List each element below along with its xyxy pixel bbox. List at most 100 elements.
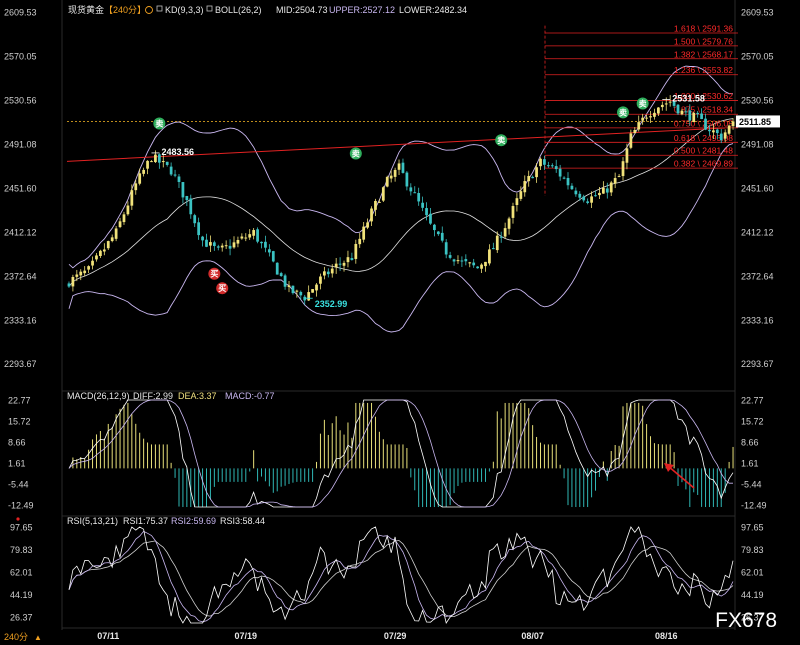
candle-body bbox=[260, 241, 263, 244]
candle-body bbox=[169, 166, 173, 175]
macd-tick-right: 1.61 bbox=[741, 459, 759, 469]
price-annotation: 2483.56 bbox=[161, 147, 194, 157]
y-tick-left: 2333.16 bbox=[4, 315, 37, 325]
candle-body bbox=[468, 262, 472, 264]
gold-chart[interactable]: 2293.67 2293.67 2333.16 2333.16 2372.64 2372.… bbox=[0, 0, 800, 645]
candle-body bbox=[621, 161, 625, 177]
macd-tick-left: 8.66 bbox=[8, 438, 26, 448]
chart-root: 2293.67 2293.67 2333.16 2333.16 2372.64 2372.… bbox=[0, 0, 800, 645]
candle-body bbox=[464, 259, 468, 262]
candle-body bbox=[440, 232, 444, 241]
candle-body bbox=[436, 231, 440, 235]
candle-body bbox=[334, 263, 338, 268]
candle-body bbox=[688, 110, 692, 121]
indicator-label: BOLL(26,2) bbox=[215, 5, 262, 15]
signal-label: 卖 bbox=[497, 135, 505, 145]
signal-label: 卖 bbox=[619, 107, 627, 117]
candle-body bbox=[75, 274, 79, 277]
candle-body bbox=[704, 118, 707, 130]
candle-body bbox=[216, 246, 220, 248]
rsi-tick-left: 79.83 bbox=[10, 545, 33, 555]
candle-body bbox=[342, 262, 346, 266]
candle-body bbox=[660, 104, 664, 108]
candle-body bbox=[279, 273, 283, 277]
candle-body bbox=[550, 165, 554, 167]
candle-body bbox=[507, 218, 511, 229]
candle-body bbox=[511, 206, 515, 218]
watermark: FX678 bbox=[715, 609, 777, 632]
candle-body bbox=[67, 283, 71, 287]
candle-body bbox=[381, 187, 385, 201]
indicator-label: UPPER:2527.12 bbox=[329, 5, 395, 15]
candle-body bbox=[574, 190, 578, 195]
macd-dea: DEA:3.37 bbox=[178, 391, 217, 401]
candle-body bbox=[499, 236, 503, 238]
candle-body bbox=[307, 292, 311, 301]
fib-label-0.500: 0.500 \ 2481.48 bbox=[674, 146, 733, 156]
current-price-label: 2511.85 bbox=[739, 117, 771, 127]
rsi-title: RSI(5,13,21) bbox=[67, 516, 118, 526]
y-tick-left: 2530.56 bbox=[4, 96, 37, 106]
candle-body bbox=[146, 160, 149, 169]
candle-body bbox=[425, 208, 428, 216]
indicator-label: MID:2504.73 bbox=[276, 5, 328, 15]
candle-body bbox=[177, 176, 181, 182]
price-annotation: 2531.58 bbox=[672, 93, 705, 103]
y-tick-right: 2570.05 bbox=[741, 52, 774, 62]
candle-body bbox=[613, 178, 617, 184]
rsi-tick-left: 26.37 bbox=[10, 612, 33, 622]
fib-label-1.382: 1.382 \ 2568.17 bbox=[674, 49, 733, 59]
y-tick-left: 2570.05 bbox=[4, 52, 37, 62]
candle-body bbox=[664, 103, 668, 105]
candle-body bbox=[264, 241, 267, 248]
candle-body bbox=[405, 172, 409, 187]
period-label: 【240分】 bbox=[104, 5, 146, 15]
candle-body bbox=[95, 255, 98, 260]
y-tick-left: 2451.60 bbox=[4, 183, 37, 193]
candle-body bbox=[444, 242, 448, 255]
candle-body bbox=[472, 262, 476, 266]
candle-body bbox=[201, 236, 204, 241]
candle-body bbox=[645, 117, 648, 119]
candle-body bbox=[590, 196, 593, 203]
period-button: 240分 bbox=[4, 632, 28, 642]
macd-tick-right: 22.77 bbox=[741, 396, 764, 406]
candle-body bbox=[271, 251, 275, 262]
candle-body bbox=[546, 165, 550, 167]
candle-body bbox=[114, 228, 118, 239]
candle-body bbox=[601, 187, 605, 194]
candle-body bbox=[535, 167, 538, 178]
candle-body bbox=[727, 125, 731, 134]
candle-body bbox=[684, 111, 688, 113]
candle-body bbox=[637, 122, 641, 130]
candle-body bbox=[267, 249, 271, 253]
y-tick-right: 2609.53 bbox=[741, 8, 774, 18]
y-tick-right: 2530.56 bbox=[741, 96, 774, 106]
candle-body bbox=[209, 242, 212, 246]
candle-body bbox=[389, 175, 393, 179]
candle-body bbox=[715, 129, 719, 134]
signal-label: 卖 bbox=[639, 98, 647, 108]
macd-tick-right: 8.66 bbox=[741, 438, 759, 448]
candle-body bbox=[244, 237, 248, 239]
candle-body bbox=[106, 241, 110, 249]
candle-body bbox=[161, 161, 165, 163]
candle-body bbox=[719, 133, 723, 141]
candle-body bbox=[374, 200, 377, 210]
candle-body bbox=[99, 250, 102, 257]
candle-body bbox=[692, 112, 696, 123]
candle-body bbox=[570, 185, 574, 190]
macd-tick-left: 1.61 bbox=[8, 459, 26, 469]
candle-body bbox=[657, 107, 660, 114]
candle-body bbox=[122, 214, 126, 223]
candle-body bbox=[283, 275, 287, 287]
candle-body bbox=[519, 191, 523, 199]
candle-body bbox=[354, 243, 358, 259]
dot-icon bbox=[16, 517, 20, 521]
candle-body bbox=[126, 205, 130, 215]
candle-body bbox=[138, 173, 142, 184]
candle-body bbox=[350, 258, 354, 260]
candle-body bbox=[366, 222, 369, 228]
candle-body bbox=[680, 110, 684, 115]
macd-title: MACD(26,12,9) bbox=[67, 391, 130, 401]
